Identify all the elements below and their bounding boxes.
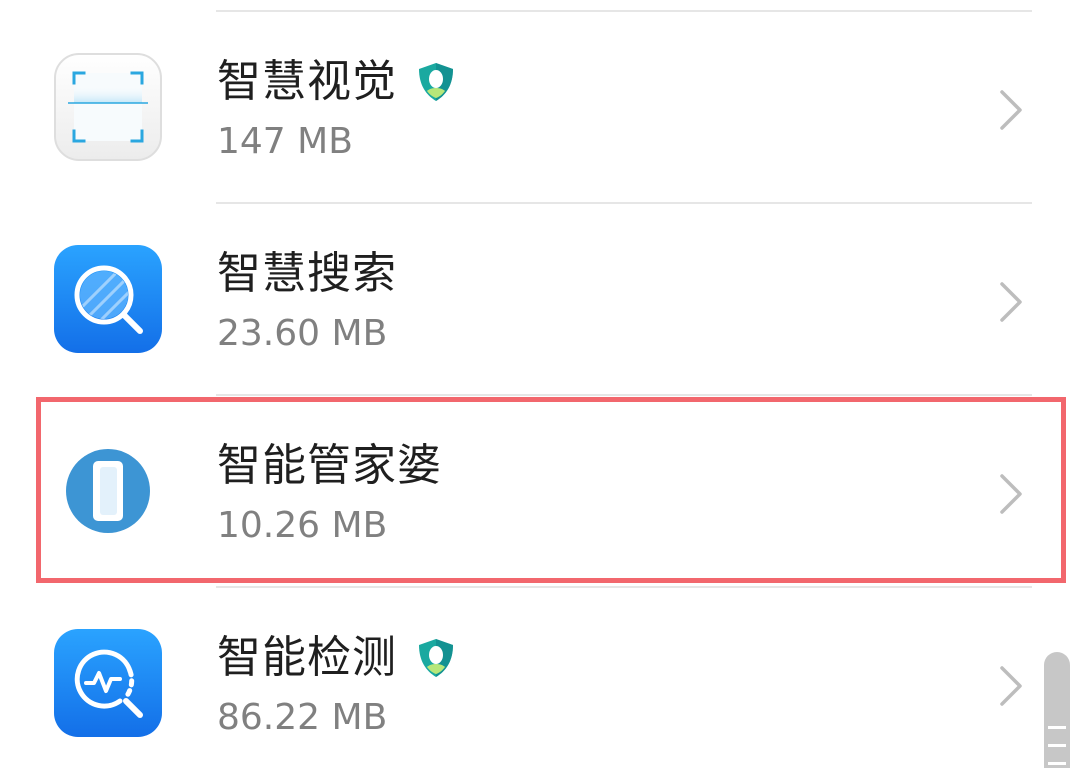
app-size: 10.26 MB — [217, 505, 388, 546]
app-list: 智慧视觉 147 MB 智慧搜索 23.60 MB 智能管家婆 10.26 MB… — [0, 12, 1080, 780]
app-name-line: 智慧搜索 — [217, 244, 397, 304]
verified-shield-icon — [415, 61, 457, 103]
scrollbar-thumb[interactable] — [1044, 652, 1070, 768]
smart-detection-icon — [54, 629, 162, 737]
scrollbar-grip-line — [1048, 744, 1066, 747]
smart-butler-icon — [54, 437, 162, 545]
scrollbar-grip-line — [1048, 726, 1066, 729]
app-list-item-smart-detection[interactable]: 智能检测 86.22 MB — [0, 588, 1080, 780]
app-name: 智慧搜索 — [217, 248, 397, 299]
app-name: 智慧视觉 — [217, 56, 397, 107]
verified-shield-icon — [415, 637, 457, 679]
app-size: 147 MB — [217, 121, 353, 162]
chevron-right-icon — [996, 664, 1026, 708]
app-list-item-smart-search[interactable]: 智慧搜索 23.60 MB — [0, 204, 1080, 396]
app-list-item-smart-butler[interactable]: 智能管家婆 10.26 MB — [0, 396, 1080, 588]
chevron-right-icon — [996, 472, 1026, 516]
app-name-line: 智慧视觉 — [217, 52, 457, 112]
app-list-item-smart-vision[interactable]: 智慧视觉 147 MB — [0, 12, 1080, 204]
chevron-right-icon — [996, 280, 1026, 324]
app-name: 智能管家婆 — [217, 440, 442, 491]
scrollbar-grip-line — [1048, 762, 1066, 765]
app-size: 23.60 MB — [217, 313, 388, 354]
app-size: 86.22 MB — [217, 697, 388, 738]
app-name-line: 智能管家婆 — [217, 436, 442, 496]
app-name: 智能检测 — [217, 632, 397, 683]
smart-vision-scan-icon — [54, 53, 162, 161]
app-name-line: 智能检测 — [217, 628, 457, 688]
smart-search-magnifier-icon — [54, 245, 162, 353]
chevron-right-icon — [996, 88, 1026, 132]
